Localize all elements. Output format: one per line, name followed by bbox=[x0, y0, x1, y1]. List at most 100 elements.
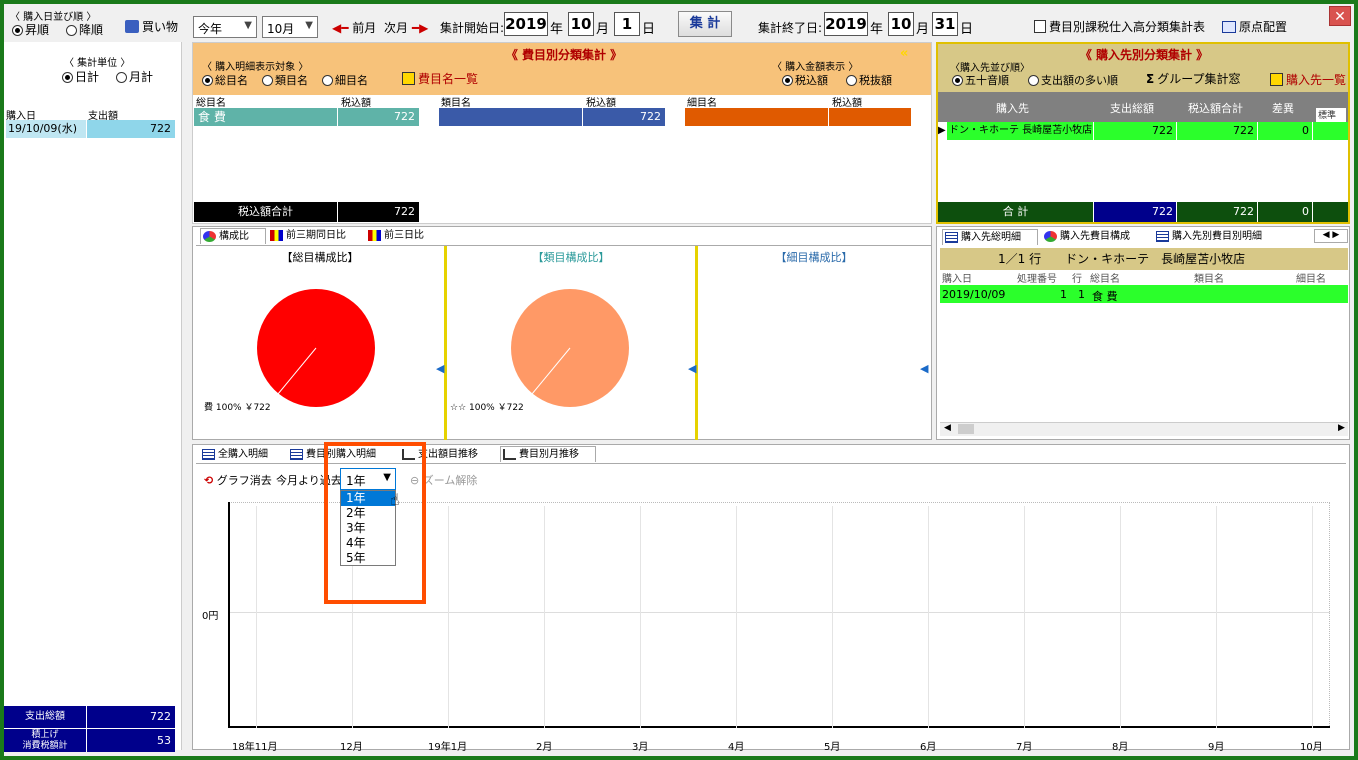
detail-row-name[interactable] bbox=[685, 108, 828, 126]
document-icon bbox=[1034, 20, 1046, 33]
day-unit: 日 bbox=[642, 22, 656, 37]
year-select[interactable]: 今年 ▼ bbox=[193, 16, 257, 38]
chart-gridline bbox=[1216, 506, 1217, 728]
opt-excl-radio[interactable]: 税抜額 bbox=[846, 72, 892, 88]
shopping-button[interactable]: 買い物 bbox=[125, 18, 178, 35]
store-row-total[interactable]: 722 bbox=[1094, 122, 1176, 140]
collapse-left-icon[interactable]: ◀ bbox=[436, 362, 444, 375]
store-sum-extra bbox=[1313, 202, 1348, 222]
close-icon[interactable]: ✕ bbox=[1329, 6, 1351, 26]
sort-desc-radio[interactable]: 降順 bbox=[66, 21, 103, 38]
detail-col-type: 類目名 bbox=[1194, 274, 1224, 285]
opt-type-radio[interactable]: 類目名 bbox=[262, 72, 308, 88]
tax-label: 積上げ 消費税額計 bbox=[4, 729, 86, 752]
main-window: 〈 購入日並び順 〉 昇順 降順 買い物 今年 ▼ 10月 ▼ ◀━ 前月 次月 ━… bbox=[4, 4, 1354, 756]
left-row-amount[interactable]: 722 bbox=[87, 120, 175, 138]
radio-icon bbox=[262, 75, 273, 86]
opt-incl-radio[interactable]: 税込額 bbox=[782, 72, 828, 88]
x-tick-label: 3月 bbox=[632, 742, 649, 753]
category-list-link[interactable]: 費目名一覧 bbox=[402, 70, 478, 87]
col3-amt-header: 税込額 bbox=[832, 98, 862, 109]
tab-three-period[interactable]: 前三期同日比 bbox=[268, 228, 362, 244]
pie-title-detail: 【細目構成比】 bbox=[775, 251, 853, 264]
radio-icon bbox=[62, 72, 73, 83]
prev-month-button[interactable]: ◀━ 前月 bbox=[332, 19, 376, 36]
pie-chart-type bbox=[511, 289, 629, 407]
type-row-amount[interactable]: 722 bbox=[583, 108, 665, 126]
total-value: 722 bbox=[87, 706, 175, 728]
end-year-input[interactable]: 2019 bbox=[824, 12, 868, 36]
collapse-left-icon[interactable]: ◀ bbox=[920, 362, 928, 375]
end-month-input[interactable]: 10 bbox=[888, 12, 914, 36]
start-year-input[interactable]: 2019 bbox=[504, 12, 548, 36]
scroll-right-icon[interactable]: ▶ bbox=[1338, 423, 1345, 433]
store-sum-total: 722 bbox=[1094, 202, 1176, 222]
scroll-thumb[interactable] bbox=[958, 424, 974, 434]
radio-icon bbox=[322, 75, 333, 86]
tab-composition[interactable]: 構成比 bbox=[200, 228, 266, 244]
next-month-button[interactable]: 次月 ━▶ bbox=[384, 19, 428, 36]
opt-detail-radio[interactable]: 細目名 bbox=[322, 72, 368, 88]
store-row-extra[interactable] bbox=[1313, 122, 1348, 140]
end-day-input[interactable]: 31 bbox=[932, 12, 958, 36]
tab-scroll-icon[interactable]: ◀ ▶ bbox=[1314, 229, 1348, 243]
tab-store-category[interactable]: 購入先費目構成 bbox=[1042, 229, 1152, 245]
day-unit: 日 bbox=[960, 22, 974, 37]
tab-three-day[interactable]: 前三日比 bbox=[366, 228, 446, 244]
month-select[interactable]: 10月 ▼ bbox=[262, 16, 318, 38]
scroll-left-icon[interactable]: ◀ bbox=[944, 423, 951, 433]
radio-icon bbox=[66, 25, 77, 36]
daily-radio[interactable]: 日計 bbox=[62, 68, 99, 85]
radio-icon bbox=[952, 75, 963, 86]
tab-store-category-detail[interactable]: 購入先別費目別明細 bbox=[1154, 229, 1286, 245]
store-sum-diff: 0 bbox=[1258, 202, 1312, 222]
opt-total-radio[interactable]: 総目名 bbox=[202, 72, 248, 88]
opt-amount-radio[interactable]: 支出額の多い順 bbox=[1028, 72, 1118, 88]
collapse-left-icon[interactable]: ◀ bbox=[688, 362, 696, 375]
tab-category-monthly[interactable]: 費目別月推移 bbox=[500, 446, 596, 462]
horizontal-scrollbar[interactable] bbox=[940, 422, 1348, 436]
tab-store-detail[interactable]: 購入先総明細 bbox=[942, 229, 1038, 245]
detail-row-amount[interactable] bbox=[829, 108, 911, 126]
bar-chart-icon bbox=[368, 230, 381, 241]
monthly-radio[interactable]: 月計 bbox=[116, 68, 153, 85]
store-row-diff[interactable]: 0 bbox=[1258, 122, 1312, 140]
store-row-name[interactable]: ドン・キホーテ 長崎屋苫小牧店 bbox=[947, 122, 1093, 140]
category-row-name[interactable]: 食 費 bbox=[194, 108, 337, 126]
left-panel: 〈 集計単位 〉 日計 月計 購入日 支出額 19/10/09(水) 722 bbox=[4, 42, 182, 750]
chart-gridline bbox=[1024, 506, 1025, 728]
clear-graph-button[interactable]: ⟲ グラフ消去 bbox=[204, 472, 272, 488]
opt-kana-radio[interactable]: 五十音順 bbox=[952, 72, 1009, 88]
pane-divider bbox=[695, 246, 698, 440]
row-pointer-icon: ▶ bbox=[938, 125, 946, 136]
store-title: 《 購入先別分類集計 》 bbox=[1079, 48, 1209, 62]
start-month-input[interactable]: 10 bbox=[568, 12, 594, 36]
category-total-value: 722 bbox=[338, 202, 419, 222]
left-row-date[interactable]: 19/10/09(水) bbox=[6, 120, 86, 138]
cart-icon bbox=[125, 20, 139, 33]
x-tick-label: 6月 bbox=[920, 742, 937, 753]
chart-gridline bbox=[736, 506, 737, 728]
tab-all-purchases[interactable]: 全購入明細 bbox=[200, 447, 284, 463]
detail-col-row: 行 bbox=[1072, 274, 1082, 285]
col3-name-header: 細目名 bbox=[687, 98, 717, 109]
start-day-input[interactable]: 1 bbox=[614, 12, 640, 36]
store-list-link[interactable]: 購入先一覧 bbox=[1270, 71, 1346, 88]
category-row-amount[interactable]: 722 bbox=[338, 108, 419, 126]
detail-col-total: 総目名 bbox=[1090, 274, 1120, 285]
col-extra-header: 標準 bbox=[1316, 108, 1346, 122]
chevron-down-icon: ▼ bbox=[305, 20, 313, 31]
sigma-icon: Σ bbox=[1146, 72, 1155, 86]
layout-button[interactable]: 原点配置 bbox=[1222, 18, 1287, 35]
table-icon bbox=[202, 449, 215, 460]
store-row-tax-total[interactable]: 722 bbox=[1177, 122, 1257, 140]
x-tick-label: 5月 bbox=[824, 742, 841, 753]
aggregate-button[interactable]: 集 計 bbox=[678, 11, 732, 37]
radio-icon bbox=[782, 75, 793, 86]
group-button[interactable]: Σ グループ集計窓 bbox=[1146, 70, 1240, 87]
sort-asc-radio[interactable]: 昇順 bbox=[12, 21, 49, 38]
pie-chart-total bbox=[257, 289, 375, 407]
collapse-icon[interactable]: « bbox=[900, 46, 908, 61]
report-button[interactable]: 費目別課税仕入高分類集計表 bbox=[1034, 18, 1205, 35]
type-row-name[interactable] bbox=[439, 108, 582, 126]
